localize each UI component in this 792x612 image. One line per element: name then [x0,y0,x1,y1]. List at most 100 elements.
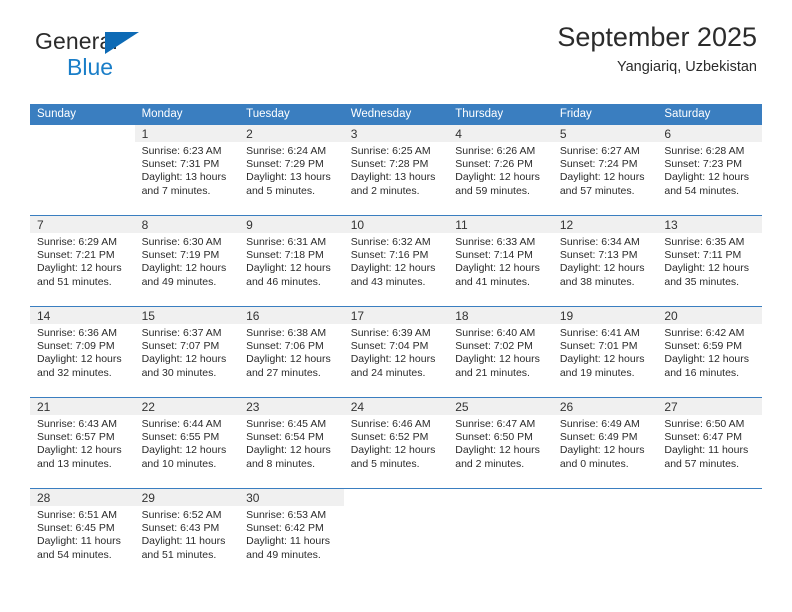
calendar-day-cell[interactable]: 25 Sunrise: 6:47 AM Sunset: 6:50 PM Dayl… [448,397,553,489]
sunrise-text: Sunrise: 6:30 AM [141,236,222,248]
calendar-day-cell[interactable]: 29 Sunrise: 6:52 AM Sunset: 6:43 PM Dayl… [134,488,240,579]
calendar-day-cell[interactable]: 17 Sunrise: 6:39 AM Sunset: 7:04 PM Dayl… [343,306,449,398]
sunrise-text: Sunrise: 6:52 AM [141,509,222,521]
day-details: Sunrise: 6:46 AM Sunset: 6:52 PM Dayligh… [344,415,449,471]
general-blue-logo[interactable]: General Blue [35,30,139,80]
daylight-text-line2: and 0 minutes. [559,457,629,470]
calendar-day-cell[interactable]: 14 Sunrise: 6:36 AM Sunset: 7:09 PM Dayl… [30,306,135,398]
calendar-day-cell[interactable]: 16 Sunrise: 6:38 AM Sunset: 7:06 PM Dayl… [239,306,344,398]
daylight-text-line1: Daylight: 11 hours [37,535,121,548]
calendar-day-cell[interactable]: 2 Sunrise: 6:24 AM Sunset: 7:29 PM Dayli… [239,125,344,216]
calendar-day-cell[interactable]: 13 Sunrise: 6:35 AM Sunset: 7:11 PM Dayl… [657,215,762,307]
calendar-day-cell[interactable]: 1 Sunrise: 6:23 AM Sunset: 7:31 PM Dayli… [134,125,240,216]
calendar-day-cell[interactable]: 5 Sunrise: 6:27 AM Sunset: 7:24 PM Dayli… [552,125,658,216]
calendar-day-cell[interactable]: 20 Sunrise: 6:42 AM Sunset: 6:59 PM Dayl… [657,306,762,398]
day-number: 12 [552,216,658,233]
calendar-day-cell[interactable]: 4 Sunrise: 6:26 AM Sunset: 7:26 PM Dayli… [448,125,553,216]
day-details: Sunrise: 6:37 AM Sunset: 7:07 PM Dayligh… [135,324,240,380]
calendar-day-cell[interactable] [657,488,762,579]
calendar-day-cell[interactable]: 10 Sunrise: 6:32 AM Sunset: 7:16 PM Dayl… [343,215,449,307]
sunrise-text: Sunrise: 6:49 AM [559,418,640,430]
calendar-week-row: 14 Sunrise: 6:36 AM Sunset: 7:09 PM Dayl… [30,306,762,398]
sunset-text: Sunset: 7:07 PM [141,340,220,353]
day-cell-inner: 22 Sunrise: 6:44 AM Sunset: 6:55 PM Dayl… [134,398,240,488]
sunrise-text: Sunrise: 6:42 AM [664,327,745,339]
sunrise-text: Sunrise: 6:24 AM [246,145,327,157]
day-cell-inner: 5 Sunrise: 6:27 AM Sunset: 7:24 PM Dayli… [552,125,658,215]
daylight-text-line1: Daylight: 12 hours [559,262,645,275]
day-details: Sunrise: 6:44 AM Sunset: 6:55 PM Dayligh… [135,415,240,471]
calendar-day-cell[interactable]: 21 Sunrise: 6:43 AM Sunset: 6:57 PM Dayl… [30,397,135,489]
calendar-day-cell[interactable]: 19 Sunrise: 6:41 AM Sunset: 7:01 PM Dayl… [552,306,658,398]
location-subtitle: Yangiariq, Uzbekistan [617,59,757,76]
day-details: Sunrise: 6:25 AM Sunset: 7:28 PM Dayligh… [344,142,449,198]
calendar-day-cell[interactable] [448,488,553,579]
daylight-text-line2: and 59 minutes. [455,184,530,197]
calendar-day-cell[interactable]: 18 Sunrise: 6:40 AM Sunset: 7:02 PM Dayl… [448,306,553,398]
day-cell-inner: 16 Sunrise: 6:38 AM Sunset: 7:06 PM Dayl… [239,307,344,397]
day-cell-inner [448,489,553,579]
day-details: Sunrise: 6:51 AM Sunset: 6:45 PM Dayligh… [30,506,135,562]
day-number: 14 [30,307,135,324]
day-cell-inner: 27 Sunrise: 6:50 AM Sunset: 6:47 PM Dayl… [657,398,762,488]
day-details: Sunrise: 6:28 AM Sunset: 7:23 PM Dayligh… [657,142,762,198]
calendar-day-cell[interactable]: 26 Sunrise: 6:49 AM Sunset: 6:49 PM Dayl… [552,397,658,489]
day-number: 4 [448,125,553,142]
day-number: 26 [552,398,658,415]
day-cell-inner: 17 Sunrise: 6:39 AM Sunset: 7:04 PM Dayl… [343,307,449,397]
sunset-text: Sunset: 7:02 PM [455,340,533,353]
day-cell-inner: 21 Sunrise: 6:43 AM Sunset: 6:57 PM Dayl… [30,398,135,488]
sunrise-text: Sunrise: 6:38 AM [246,327,327,339]
sunrise-text: Sunrise: 6:47 AM [455,418,536,430]
day-number: 15 [134,307,240,324]
calendar-day-cell[interactable]: 11 Sunrise: 6:33 AM Sunset: 7:14 PM Dayl… [448,215,553,307]
sunrise-text: Sunrise: 6:43 AM [37,418,117,430]
calendar-day-cell[interactable]: 12 Sunrise: 6:34 AM Sunset: 7:13 PM Dayl… [552,215,658,307]
calendar-day-cell[interactable]: 15 Sunrise: 6:37 AM Sunset: 7:07 PM Dayl… [134,306,240,398]
day-number: 7 [30,216,135,233]
day-number: 8 [134,216,240,233]
calendar-week-row: 28 Sunrise: 6:51 AM Sunset: 6:45 PM Dayl… [30,488,762,579]
sunset-text: Sunset: 7:11 PM [664,249,742,262]
sunrise-text: Sunrise: 6:39 AM [350,327,431,339]
calendar-day-cell[interactable] [552,488,658,579]
day-number: 21 [30,398,135,415]
daylight-text-line1: Daylight: 12 hours [455,262,540,275]
day-number: 5 [552,125,658,142]
daylight-text-line2: and 38 minutes. [559,275,635,288]
calendar-day-cell[interactable]: 28 Sunrise: 6:51 AM Sunset: 6:45 PM Dayl… [30,488,135,579]
daylight-text-line1: Daylight: 11 hours [664,444,749,457]
day-number [30,125,135,142]
daylight-text-line1: Daylight: 12 hours [246,353,331,366]
calendar-day-cell[interactable]: 24 Sunrise: 6:46 AM Sunset: 6:52 PM Dayl… [343,397,449,489]
daylight-text-line1: Daylight: 12 hours [559,171,645,184]
calendar-day-cell[interactable]: 27 Sunrise: 6:50 AM Sunset: 6:47 PM Dayl… [657,397,762,489]
day-details: Sunrise: 6:34 AM Sunset: 7:13 PM Dayligh… [553,233,658,289]
daylight-text-line1: Daylight: 12 hours [141,262,227,275]
calendar-day-cell[interactable] [343,488,449,579]
daylight-text-line1: Daylight: 12 hours [350,444,436,457]
calendar-day-cell[interactable]: 23 Sunrise: 6:45 AM Sunset: 6:54 PM Dayl… [239,397,344,489]
sunrise-text: Sunrise: 6:34 AM [559,236,640,248]
calendar-day-cell[interactable]: 8 Sunrise: 6:30 AM Sunset: 7:19 PM Dayli… [134,215,240,307]
calendar-day-cell[interactable]: 30 Sunrise: 6:53 AM Sunset: 6:42 PM Dayl… [239,488,344,579]
calendar-day-cell[interactable]: 9 Sunrise: 6:31 AM Sunset: 7:18 PM Dayli… [239,215,344,307]
calendar-day-cell[interactable] [30,125,135,216]
day-cell-inner [657,489,762,579]
day-number [552,489,658,506]
sunset-text: Sunset: 6:45 PM [37,522,115,535]
calendar-day-cell[interactable]: 6 Sunrise: 6:28 AM Sunset: 7:23 PM Dayli… [657,125,762,216]
sunrise-text: Sunrise: 6:33 AM [455,236,536,248]
sunset-text: Sunset: 7:26 PM [455,158,533,171]
sunrise-text: Sunrise: 6:27 AM [559,145,640,157]
calendar-table: Sunday Monday Tuesday Wednesday Thursday… [30,104,762,579]
day-cell-inner: 29 Sunrise: 6:52 AM Sunset: 6:43 PM Dayl… [134,489,240,579]
day-number: 17 [343,307,449,324]
day-details: Sunrise: 6:43 AM Sunset: 6:57 PM Dayligh… [30,415,135,471]
calendar-day-cell[interactable]: 3 Sunrise: 6:25 AM Sunset: 7:28 PM Dayli… [343,125,449,216]
sunset-text: Sunset: 7:16 PM [350,249,429,262]
daylight-text-line2: and 24 minutes. [350,366,426,379]
calendar-day-cell[interactable]: 7 Sunrise: 6:29 AM Sunset: 7:21 PM Dayli… [30,215,135,307]
day-cell-inner: 3 Sunrise: 6:25 AM Sunset: 7:28 PM Dayli… [343,125,449,215]
calendar-day-cell[interactable]: 22 Sunrise: 6:44 AM Sunset: 6:55 PM Dayl… [134,397,240,489]
